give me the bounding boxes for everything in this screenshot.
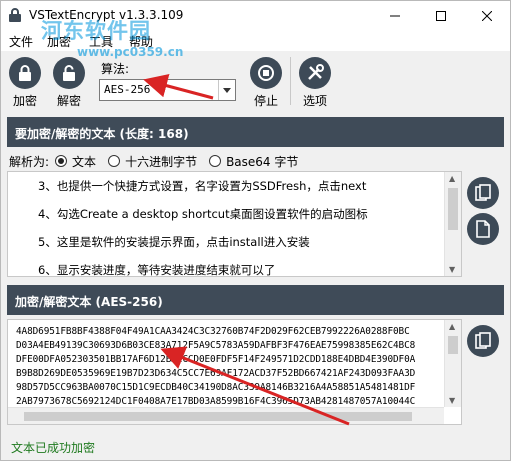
document-icon [476,220,490,238]
lock-closed-icon [9,57,41,89]
scroll-thumb[interactable] [448,188,458,230]
radio-indicator [55,155,68,167]
encoding-radio-hex[interactable]: 十六进制字节 [108,153,197,170]
lock-open-icon [53,57,85,89]
text-line: 6、显示安装进度，等待安装进度结束就可以了 [38,263,276,277]
close-button[interactable] [464,1,510,31]
menu-help[interactable]: 帮助 [129,33,153,50]
toolbar: 加密 解密 算法: AES-256 停止 选项 [1,51,510,113]
stop-label: 停止 [253,94,278,108]
maximize-button[interactable] [418,1,464,31]
encoding-radio-base64[interactable]: Base64 字节 [209,153,298,170]
stop-button[interactable]: 停止 [248,57,284,109]
hex-line: 4A8D6951FB8BF4388F04F49A1CAA3424C3C32760… [16,326,410,337]
output-vertical-scrollbar[interactable]: ▲ ▼ [444,320,461,407]
encrypt-label: 加密 [12,94,37,108]
options-button[interactable]: 选项 [297,57,333,109]
scroll-thumb[interactable] [24,412,412,421]
main-window: VSTextEncrypt v1.3.3.109 文件 加密 工具 帮助 加密 [0,0,511,461]
encoding-row: 解析为: 文本 十六进制字节 Base64 字节 [9,153,310,169]
text-line: 3、也提供一个快捷方式设置，名字设置为SSDFresh，点击next [38,179,367,193]
menu-file[interactable]: 文件 [9,33,33,50]
output-panel-header: 加密/解密文本 (AES-256) [7,285,504,315]
radio-label: Base64 字节 [226,154,299,169]
decrypt-label: 解密 [56,94,81,108]
hex-line: D03A4EB49139C30693D6B03CE83A712F5A9C5783… [16,340,416,351]
stop-icon [250,57,282,89]
algorithm-select[interactable]: AES-256 [99,79,236,101]
menu-tools[interactable]: 工具 [89,33,113,50]
minimize-button[interactable] [372,1,418,31]
copy-button[interactable] [467,325,499,357]
algorithm-label: 算法: [101,62,130,76]
hex-line: DFE00DFA052303501BB17AF6D12BA2CCD0E0FDF5… [16,354,416,365]
output-textarea[interactable]: 4A8D6951FB8BF4388F04F49A1CAA3424C3C32760… [7,319,462,425]
encoding-label: 解析为: [9,154,50,169]
menu-encrypt[interactable]: 加密 [47,33,71,50]
decrypt-button[interactable]: 解密 [51,57,87,109]
encoding-radio-text[interactable]: 文本 [55,153,96,170]
new-document-button[interactable] [467,213,499,245]
app-lock-icon [9,8,21,22]
encrypt-button[interactable]: 加密 [7,57,43,109]
maximize-icon [436,11,446,21]
input-vertical-scrollbar[interactable]: ▲ ▼ [444,172,461,276]
input-panel-header: 要加密/解密的文本 (长度: 168) [7,117,504,147]
input-textarea[interactable]: 3、也提供一个快捷方式设置，名字设置为SSDFresh，点击next 4、勾选C… [7,171,462,277]
output-horizontal-scrollbar[interactable] [8,407,444,424]
window-title: VSTextEncrypt v1.3.3.109 [29,8,184,22]
hex-line: 98D57D5CC963BA0070C15D1C9ECDB40C34190D8A… [16,382,416,393]
text-line: 5、这里是软件的安装提示界面，点击install进入安装 [38,235,310,249]
copy-icon [475,332,491,349]
close-icon [482,11,492,21]
radio-label: 十六进制字节 [125,154,198,169]
radio-indicator [108,155,121,167]
algorithm-value: AES-256 [104,83,151,96]
radio-indicator [209,155,222,167]
radio-label: 文本 [72,154,97,169]
minimize-icon [390,15,400,17]
menu-bar: 文件 加密 工具 帮助 [1,31,510,51]
paste-icon [475,184,491,201]
hex-line: B9B8D269DE0535969E19B7D23D634C5CC7E69AF1… [16,368,416,379]
paste-button[interactable] [467,177,499,209]
toolbar-separator [290,57,291,105]
text-line: 4、勾选Create a desktop shortcut桌面图设置软件的启动图… [38,207,368,221]
status-text: 文本已成功加密 [11,441,96,455]
hex-line: 2AB7973678C5692124DC1F0408A7E17BD03A8599… [16,396,416,407]
tools-icon [299,57,331,89]
options-label: 选项 [302,94,327,108]
title-bar: VSTextEncrypt v1.3.3.109 [1,1,510,31]
chevron-down-icon[interactable] [218,80,235,100]
scroll-thumb[interactable] [448,336,458,354]
